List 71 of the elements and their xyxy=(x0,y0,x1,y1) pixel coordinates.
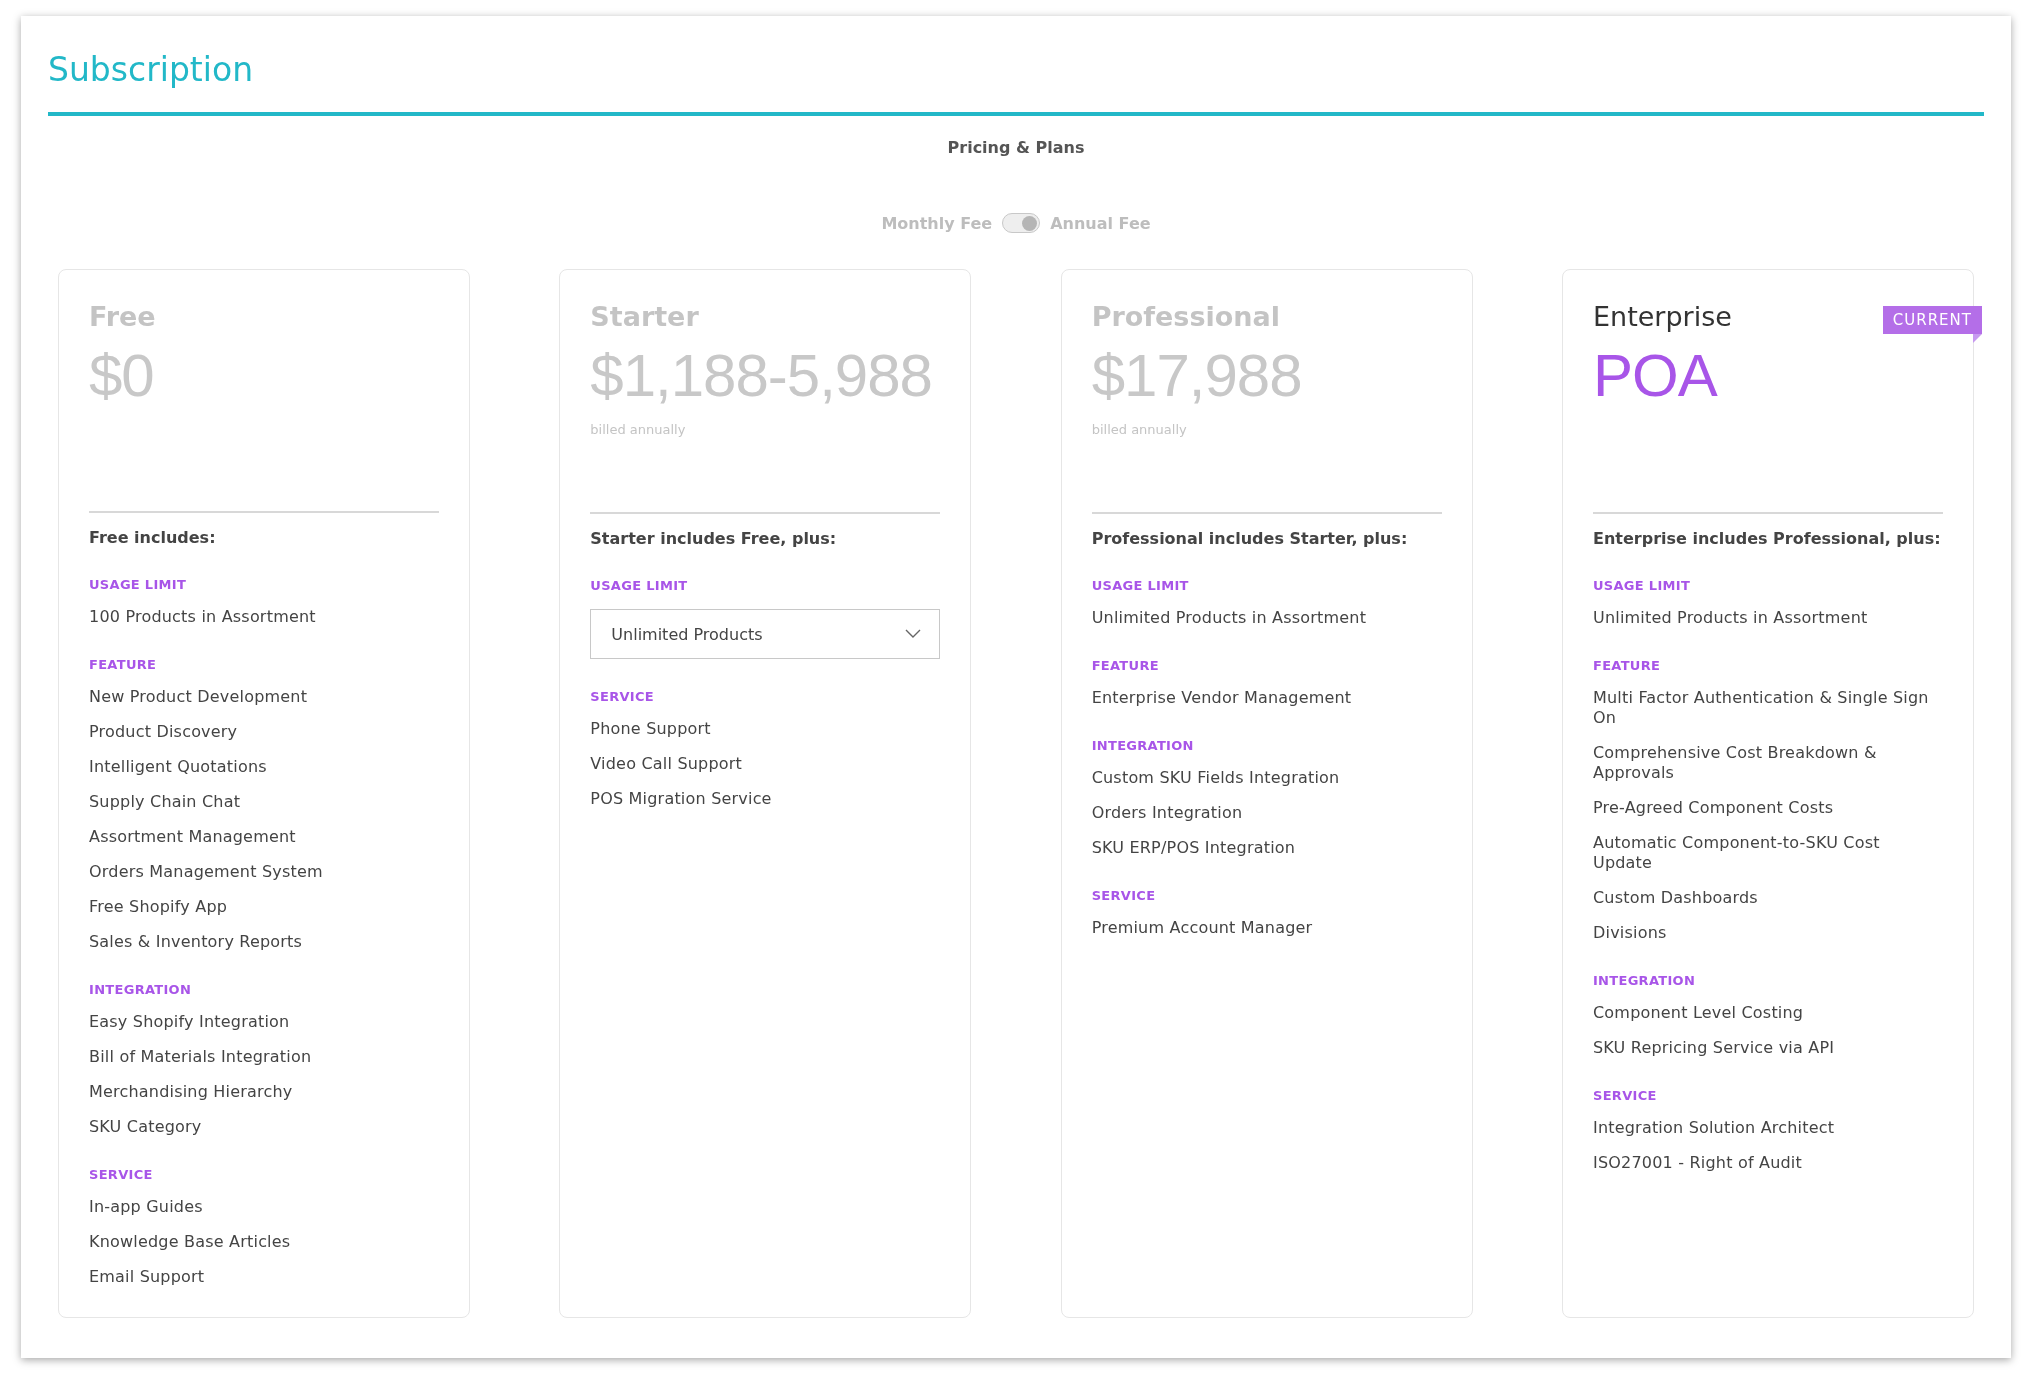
feature-item: SKU Category xyxy=(89,1117,203,1137)
feature-item: Unlimited Products in Assortment xyxy=(1593,608,1869,628)
section-heading: Pricing & Plans xyxy=(947,138,1085,157)
plan-name: Professional xyxy=(1091,300,1280,334)
feature-item: Merchandising Hierarchy xyxy=(89,1082,294,1102)
feature-item: Easy Shopify Integration xyxy=(89,1012,291,1032)
section-label: SERVICE xyxy=(89,1167,154,1182)
feature-item: Premium Account Manager xyxy=(1091,918,1314,938)
feature-item: Enterprise Vendor Management xyxy=(1091,688,1353,708)
section-label: SERVICE xyxy=(1593,1088,1658,1103)
section-label: USAGE LIMIT xyxy=(89,577,188,592)
feature-item: Assortment Management xyxy=(89,827,297,847)
feature-item: Supply Chain Chat xyxy=(89,792,242,812)
section-label: FEATURE xyxy=(1593,658,1662,673)
ribbon-fold-icon xyxy=(1973,334,1982,343)
usage-dropdown[interactable]: Unlimited Products xyxy=(590,609,941,659)
billing-toggle[interactable] xyxy=(1002,213,1041,233)
plan-price: POA xyxy=(1593,341,1719,411)
section-label: INTEGRATION xyxy=(1593,973,1697,988)
feature-item: Sales & Inventory Reports xyxy=(89,932,304,952)
includes-heading: Starter includes Free, plus: xyxy=(590,529,838,548)
feature-item: 100 Products in Assortment xyxy=(89,607,317,627)
section-label: USAGE LIMIT xyxy=(1091,578,1190,593)
toggle-label: Monthly Fee xyxy=(881,213,993,233)
chevron-down-icon xyxy=(905,629,922,639)
feature-item: Orders Management System xyxy=(89,862,324,882)
section-label: FEATURE xyxy=(89,657,158,672)
includes-heading: Enterprise includes Professional, plus: xyxy=(1593,529,1942,548)
billing-note: billed annually xyxy=(590,422,687,437)
feature-item: Orders Integration xyxy=(1091,803,1244,823)
feature-item: Intelligent Quotations xyxy=(89,757,268,777)
feature-item: SKU Repricing Service via API xyxy=(1593,1038,1836,1058)
billing-note: billed annually xyxy=(1091,422,1188,437)
toggle-label: Annual Fee xyxy=(1050,213,1151,233)
feature-item: Custom SKU Fields Integration xyxy=(1091,768,1341,788)
feature-item: Automatic Component-to-SKU Cost Update xyxy=(1593,833,1881,873)
section-label: FEATURE xyxy=(1091,658,1160,673)
feature-item: New Product Development xyxy=(89,687,309,707)
includes-heading: Professional includes Starter, plus: xyxy=(1091,529,1409,548)
dropdown-value: Unlimited Products xyxy=(611,624,763,644)
feature-item: Divisions xyxy=(1593,923,1668,943)
section-label: INTEGRATION xyxy=(1091,738,1195,753)
plan-name: Free xyxy=(89,300,156,334)
feature-item: Free Shopify App xyxy=(89,897,229,917)
feature-item: Product Discovery xyxy=(89,722,239,742)
feature-item: Video Call Support xyxy=(590,754,744,774)
feature-item: Email Support xyxy=(89,1267,206,1287)
feature-item: Multi Factor Authentication & Single Sign On xyxy=(1593,688,1930,728)
section-label: USAGE LIMIT xyxy=(1593,578,1692,593)
feature-item: ISO27001 - Right of Audit xyxy=(1593,1153,1803,1173)
feature-item: Bill of Materials Integration xyxy=(89,1047,313,1067)
current-badge: CURRENT xyxy=(1882,306,1982,334)
feature-item: Unlimited Products in Assortment xyxy=(1091,608,1368,628)
feature-item: POS Migration Service xyxy=(590,789,773,809)
section-label: INTEGRATION xyxy=(89,982,193,997)
section-label: USAGE LIMIT xyxy=(590,578,689,593)
plan-name: Starter xyxy=(590,300,699,334)
section-label: SERVICE xyxy=(1091,888,1157,903)
section-label: SERVICE xyxy=(590,689,655,704)
feature-item: Knowledge Base Articles xyxy=(89,1232,292,1252)
feature-item: Integration Solution Architect xyxy=(1593,1118,1836,1138)
page-title: Subscription xyxy=(48,49,255,91)
feature-item: Phone Support xyxy=(590,719,712,739)
feature-item: Custom Dashboards xyxy=(1593,888,1759,908)
feature-item: In-app Guides xyxy=(89,1197,204,1217)
feature-item: Component Level Costing xyxy=(1593,1003,1805,1023)
feature-item: Comprehensive Cost Breakdown & Approvals xyxy=(1593,743,1878,783)
feature-item: SKU ERP/POS Integration xyxy=(1091,838,1297,858)
includes-heading: Free includes: xyxy=(89,528,217,547)
feature-item: Pre-Agreed Component Costs xyxy=(1593,798,1835,818)
plan-name: Enterprise xyxy=(1593,300,1732,334)
